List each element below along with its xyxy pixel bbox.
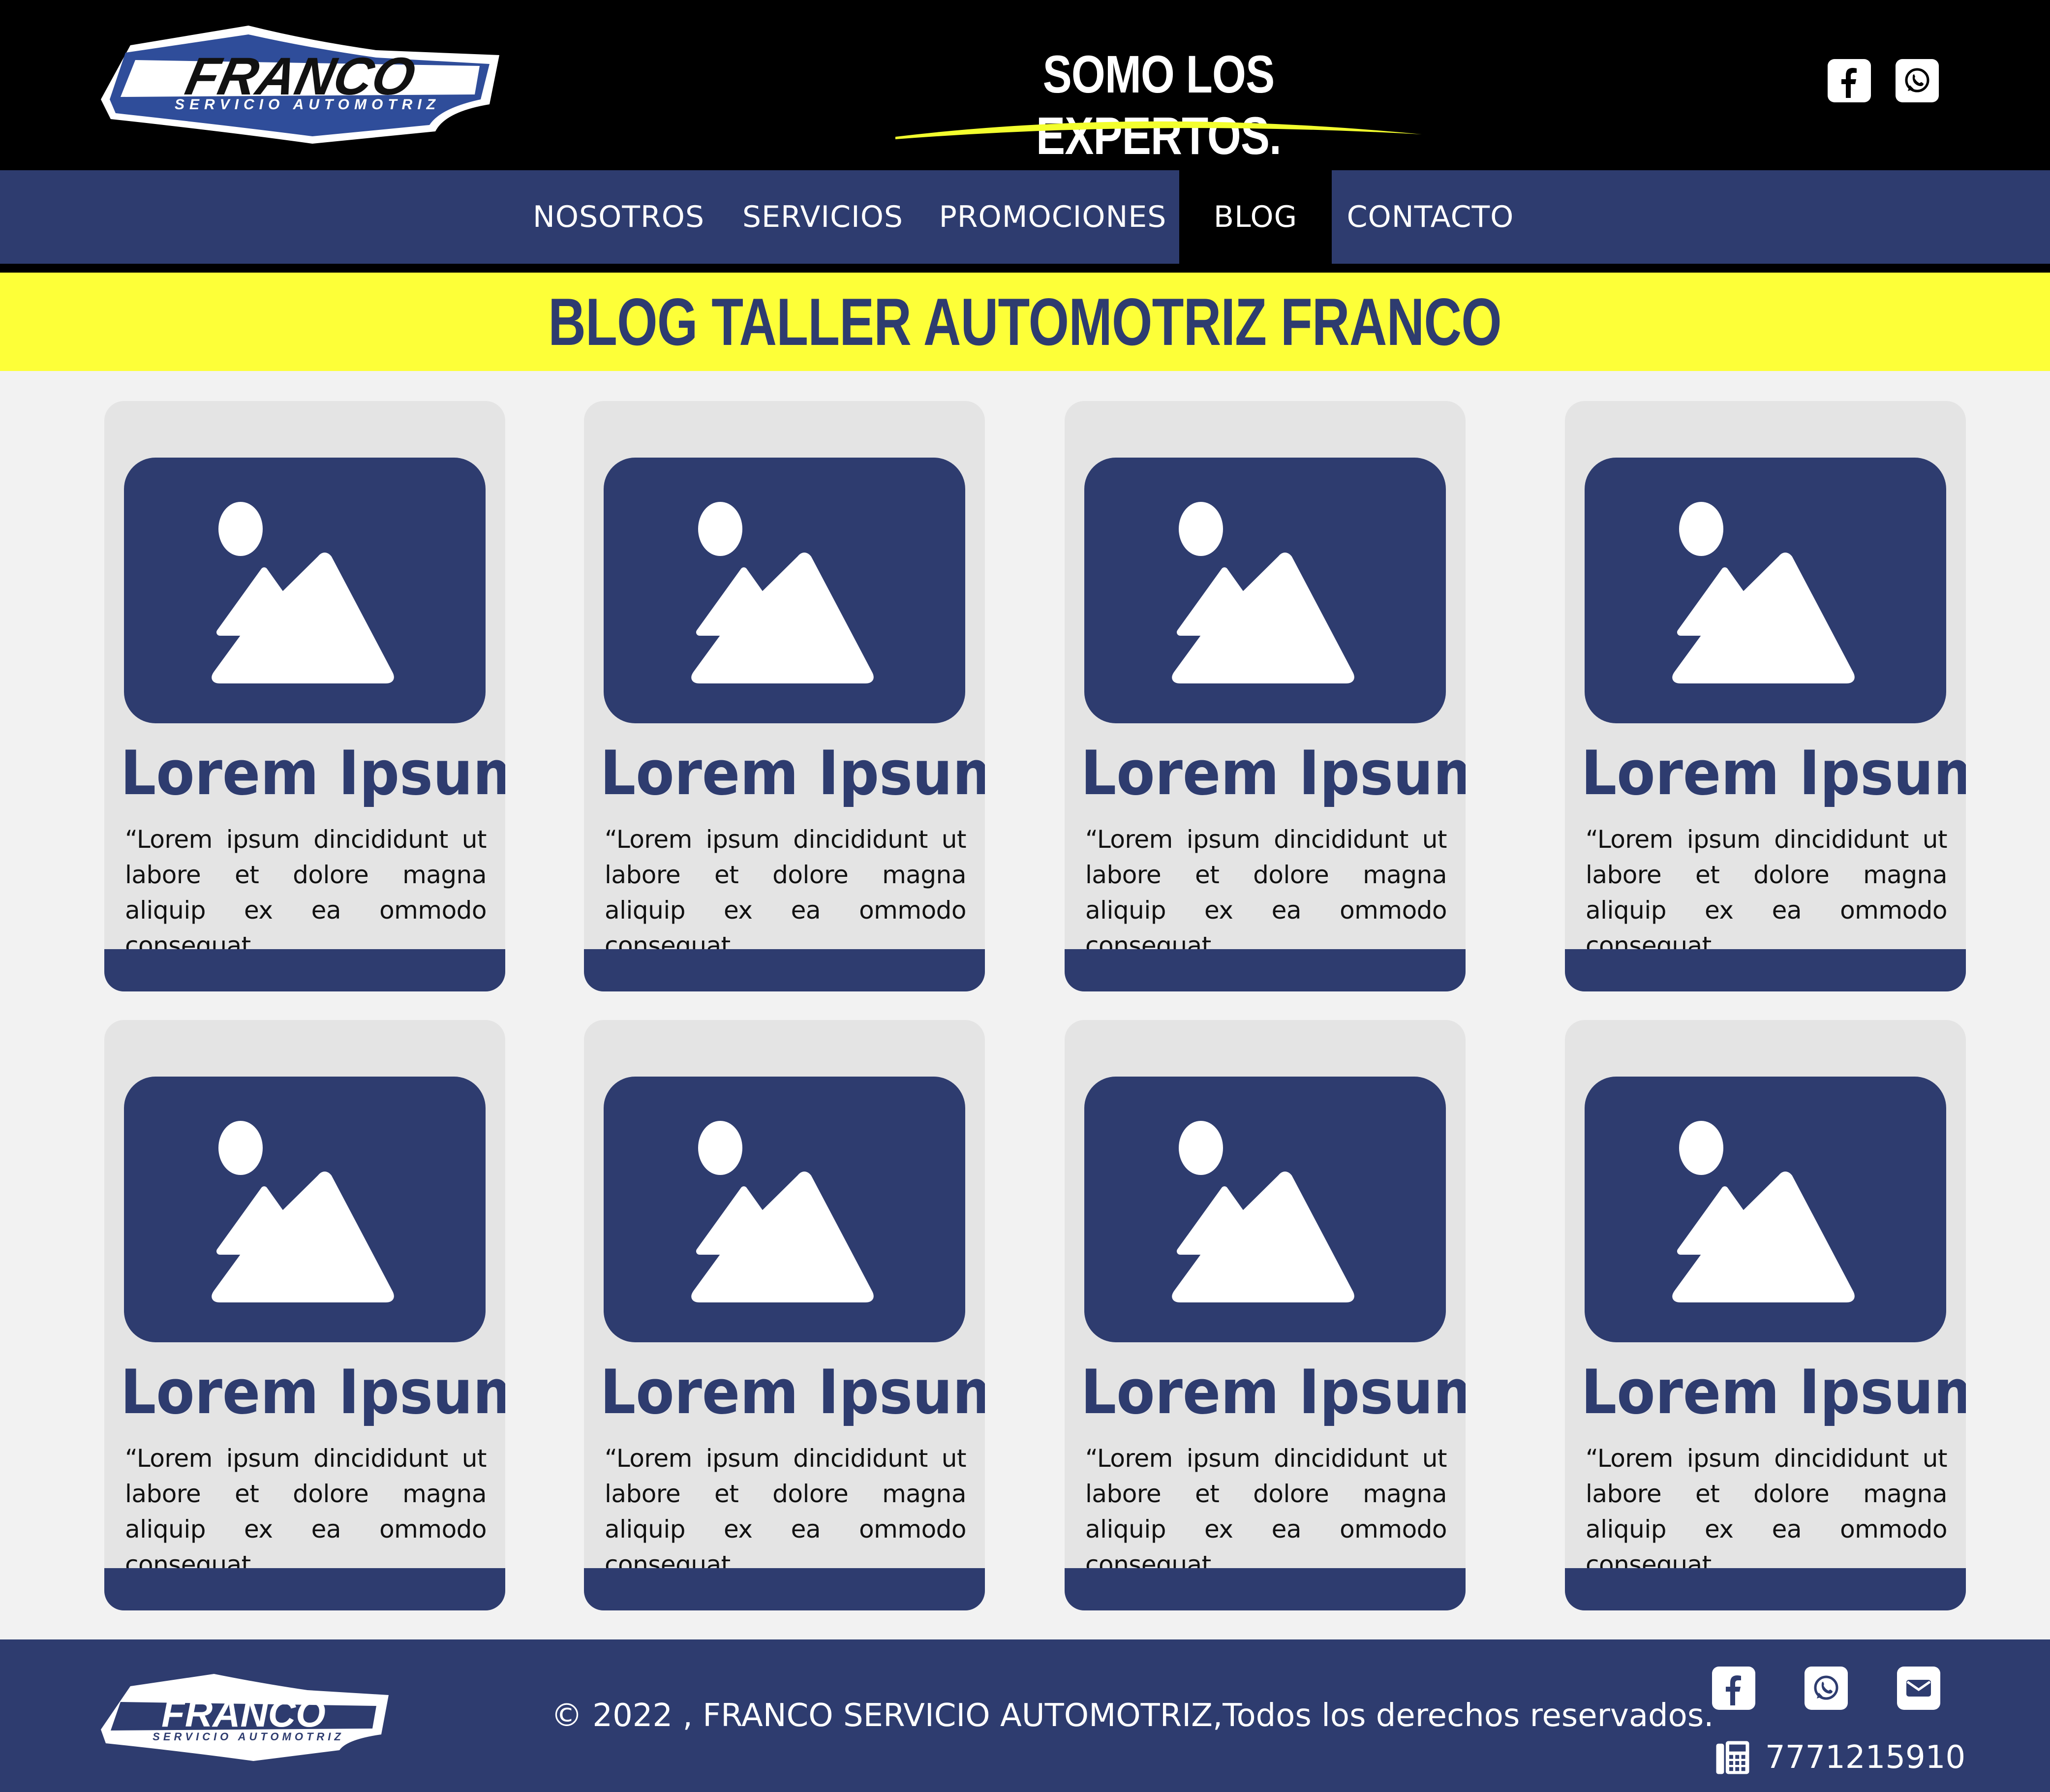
footer-logo-text: FRANCO — [161, 1692, 326, 1735]
slogan-swoosh — [895, 112, 1422, 142]
card-image[interactable] — [604, 1077, 965, 1342]
nav-divider — [0, 264, 2050, 273]
card-excerpt: “Lorem ipsum dincididunt ut labore et do… — [125, 825, 487, 960]
main-nav: NOSOTROS SERVICIOS PROMOCIONES BLOG CONT… — [0, 170, 2050, 264]
nav-item-nosotros[interactable]: NOSOTROS — [531, 170, 706, 264]
blog-card[interactable]: Lorem Ipsum “Lorem ipsum dincididunt ut l… — [1065, 1020, 1466, 1610]
blog-banner: BLOG TALLER AUTOMOTRIZ FRANCO — [0, 273, 2050, 371]
phone-number: 7771215910 — [1765, 1739, 1966, 1776]
franco-logo[interactable]: FRANCO SERVICIO AUTOMOTRIZ — [101, 21, 502, 150]
banner-title: BLOG TALLER AUTOMOTRIZ FRANCO — [548, 284, 1502, 359]
whatsapp-icon[interactable] — [1896, 59, 1939, 102]
card-footer-bar — [104, 1568, 505, 1610]
facebook-icon[interactable] — [1712, 1667, 1755, 1710]
card-footer-bar — [1565, 1568, 1966, 1610]
card-title[interactable]: Lorem Ipsum — [1581, 1357, 1966, 1428]
card-excerpt: “Lorem ipsum dincididunt ut labore et do… — [1085, 1444, 1447, 1579]
card-excerpt: “Lorem ipsum dincididunt ut labore et do… — [1586, 1444, 1948, 1579]
card-footer-bar — [584, 1568, 985, 1610]
nav-item-contacto[interactable]: CONTACTO — [1346, 170, 1515, 264]
footer-franco-logo[interactable]: FRANCO SERVICIO AUTOMOTRIZ — [101, 1671, 391, 1765]
card-excerpt: “Lorem ipsum dincididunt ut labore et do… — [1085, 825, 1447, 960]
footer-social-links — [1712, 1667, 1940, 1710]
card-title[interactable]: Lorem Ipsum — [121, 738, 505, 809]
nav-item-servicios[interactable]: SERVICIOS — [738, 170, 908, 264]
image-placeholder-icon — [212, 502, 394, 683]
franco-logo-graphic: FRANCO SERVICIO AUTOMOTRIZ — [101, 26, 499, 144]
image-placeholder-icon — [1172, 502, 1354, 683]
header-slogan: SOMO LOS EXPERTOS. — [1036, 44, 1282, 165]
card-image[interactable] — [1585, 1077, 1946, 1342]
top-header: FRANCO SERVICIO AUTOMOTRIZ SOMO LOS EXPE… — [0, 0, 2050, 170]
card-image[interactable] — [1084, 1077, 1446, 1342]
card-image[interactable] — [604, 458, 965, 723]
blog-card[interactable]: Lorem Ipsum “Lorem ipsum dincididunt ut l… — [1565, 401, 1966, 991]
card-footer-bar — [584, 949, 985, 991]
nav-item-promociones[interactable]: PROMOCIONES — [939, 170, 1166, 264]
image-placeholder-icon — [212, 1121, 394, 1302]
image-placeholder-icon — [1672, 1121, 1855, 1302]
header-social-links — [1828, 59, 1939, 102]
fax-phone-icon — [1712, 1737, 1753, 1778]
card-title[interactable]: Lorem Ipsum — [600, 738, 985, 809]
blog-card[interactable]: Lorem Ipsum “Lorem ipsum dincididunt ut l… — [104, 401, 505, 991]
card-image[interactable] — [1585, 458, 1946, 723]
card-title[interactable]: Lorem Ipsum — [1081, 738, 1466, 809]
facebook-icon[interactable] — [1828, 59, 1871, 102]
image-placeholder-icon — [1172, 1121, 1354, 1302]
card-title[interactable]: Lorem Ipsum — [1081, 1357, 1466, 1428]
card-excerpt: “Lorem ipsum dincididunt ut labore et do… — [125, 1444, 487, 1579]
blog-card[interactable]: Lorem Ipsum “Lorem ipsum dincididunt ut l… — [584, 401, 985, 991]
card-footer-bar — [1065, 949, 1466, 991]
card-title[interactable]: Lorem Ipsum — [600, 1357, 985, 1428]
card-title[interactable]: Lorem Ipsum — [121, 1357, 505, 1428]
card-footer-bar — [104, 949, 505, 991]
blog-card[interactable]: Lorem Ipsum “Lorem ipsum dincididunt ut l… — [1565, 1020, 1966, 1610]
whatsapp-icon[interactable] — [1805, 1667, 1848, 1710]
copyright-text: © 2022 , FRANCO SERVICIO AUTOMOTRIZ,Todo… — [551, 1698, 1714, 1734]
image-placeholder-icon — [1672, 502, 1855, 683]
image-placeholder-icon — [691, 502, 874, 683]
logo-subtext: SERVICIO AUTOMOTRIZ — [175, 96, 440, 113]
footer-phone[interactable]: 7771215910 — [1712, 1737, 1965, 1778]
nav-item-blog[interactable]: BLOG — [1179, 170, 1332, 264]
card-excerpt: “Lorem ipsum dincididunt ut labore et do… — [605, 1444, 967, 1579]
image-placeholder-icon — [691, 1121, 874, 1302]
blog-card[interactable]: Lorem Ipsum “Lorem ipsum dincididunt ut l… — [104, 1020, 505, 1610]
card-image[interactable] — [124, 458, 486, 723]
blog-card[interactable]: Lorem Ipsum “Lorem ipsum dincididunt ut l… — [584, 1020, 985, 1610]
card-footer-bar — [1565, 949, 1966, 991]
card-footer-bar — [1065, 1568, 1466, 1610]
site-footer: FRANCO SERVICIO AUTOMOTRIZ © 2022 , FRAN… — [0, 1639, 2050, 1792]
footer-logo-subtext: SERVICIO AUTOMOTRIZ — [153, 1730, 344, 1743]
card-excerpt: “Lorem ipsum dincididunt ut labore et do… — [605, 825, 967, 960]
card-title[interactable]: Lorem Ipsum — [1581, 738, 1966, 809]
email-icon[interactable] — [1897, 1667, 1940, 1710]
card-excerpt: “Lorem ipsum dincididunt ut labore et do… — [1586, 825, 1948, 960]
card-image[interactable] — [124, 1077, 486, 1342]
card-image[interactable] — [1084, 458, 1446, 723]
blog-card[interactable]: Lorem Ipsum “Lorem ipsum dincididunt ut l… — [1065, 401, 1466, 991]
